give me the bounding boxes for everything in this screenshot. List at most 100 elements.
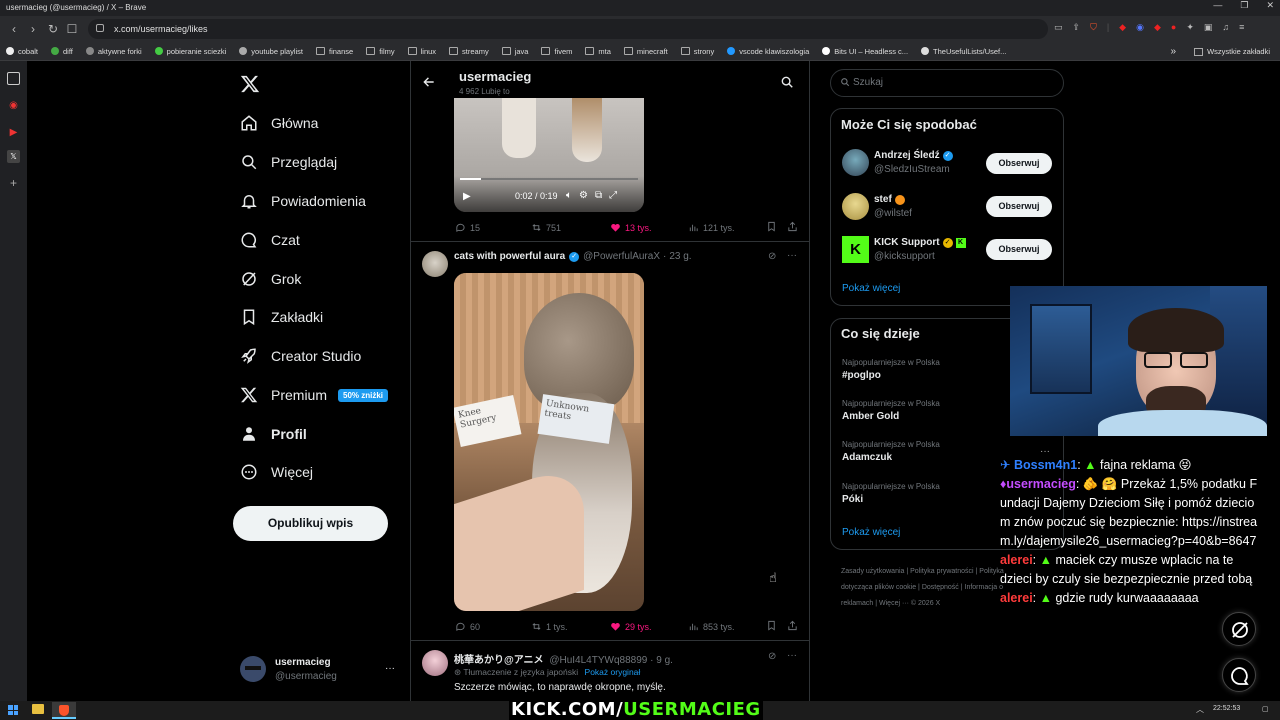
bookmark-icon[interactable] [766,620,777,631]
settings-icon[interactable]: ⚙︎ [579,190,588,201]
media-icon[interactable]: ♫ [1222,22,1229,33]
extension-icon-1[interactable]: ◆ [1119,22,1126,33]
bookmark-item[interactable]: youtube playlist [239,47,303,56]
close-window-icon[interactable]: ✕ [1266,0,1274,11]
account-avatar[interactable] [240,656,266,682]
bookmark-folder[interactable]: linux [407,47,436,56]
bookmark-folder[interactable]: fivem [541,47,572,56]
all-bookmarks[interactable]: Wszystkie zakładki [1207,47,1270,56]
like-button[interactable]: 13 tys. [610,222,652,233]
trend-item[interactable]: Najpopularniejsze w Polska #poglpo [842,358,940,381]
like-button[interactable]: 29 tys. [610,621,652,632]
nav-chat[interactable]: Czat [240,228,300,252]
bookmark-page-icon[interactable]: ☐ [64,21,80,37]
messages-fab[interactable] [1222,658,1256,692]
views-button[interactable]: 853 tys. [688,621,735,632]
bookmark-item[interactable]: pobieranie sciezki [154,47,226,56]
pip-icon[interactable]: ⧉ [595,190,602,201]
grok-analyze-icon[interactable]: ⊘ [768,651,776,662]
share-icon[interactable]: ⇪ [1073,22,1081,33]
bookmark-folder[interactable]: filmy [366,47,395,56]
play-icon[interactable]: ▶ [463,191,471,202]
sidebar-app-icon-1[interactable]: ◉ [7,99,20,112]
author-avatar[interactable] [422,251,448,277]
nav-home[interactable]: Główna [240,111,318,135]
site-info-icon[interactable] [96,24,104,32]
extension-icon-4[interactable]: ● [1171,22,1176,33]
follow-button[interactable]: Obserwuj [986,196,1052,217]
search-icon[interactable] [780,75,794,89]
bookmark-item[interactable]: diff [51,47,73,56]
post-video[interactable]: ▶ 0:02 / 0:19 🔈︎ ⚙︎ ⧉ ⤢ [454,98,644,212]
grok-analyze-icon[interactable]: ⊘ [768,251,776,262]
back-icon[interactable]: ‹ [6,21,22,37]
bookmark-icon[interactable] [766,221,777,232]
suggestion-name[interactable]: Andrzej Śledź ✓ [874,150,953,161]
nav-explore[interactable]: Przeglądaj [240,150,337,174]
post-time[interactable]: 23 g. [669,251,691,262]
show-original-link[interactable]: Pokaż oryginał [585,667,641,677]
user-avatar[interactable] [842,149,869,176]
show-more-link[interactable]: Pokaż więcej [842,283,900,294]
bookmark-folder[interactable]: finanse [316,47,353,56]
suggestion-name[interactable]: stef [874,194,905,205]
nav-more[interactable]: Więcej [240,460,313,484]
restore-icon[interactable]: ❐ [1240,0,1248,11]
user-avatar[interactable] [842,193,869,220]
wallet-icon[interactable]: ▣ [1204,22,1213,33]
post-time[interactable]: 9 g. [656,655,673,666]
repost-button[interactable]: 751 [531,222,561,233]
bookmark-item[interactable]: Bits UI – Headless c... [822,47,908,56]
nav-profile[interactable]: Profil [240,422,307,446]
screen-icon[interactable]: ▭ [1054,22,1063,33]
more-options-icon[interactable]: ··· [787,250,797,261]
trend-item[interactable]: Najpopularniejsze w Polska Póki [842,482,940,505]
reload-icon[interactable]: ↻ [45,21,61,37]
account-name[interactable]: usermacieg [275,657,331,668]
author-avatar[interactable] [422,650,448,676]
author-name[interactable]: cats with powerful aura [454,251,565,262]
publish-post-button[interactable]: Opublikuj wpis [233,506,388,541]
author-handle[interactable]: @HuI4L4TYWq88899 [549,655,647,666]
brave-shield-icon[interactable]: ⛉ [1090,22,1097,33]
back-arrow-icon[interactable] [422,75,436,89]
volume-icon[interactable]: 🔈︎ [566,190,572,201]
reply-button[interactable]: 15 [455,222,480,233]
menu-icon[interactable]: ≡ [1239,22,1244,33]
tray-chevron-icon[interactable]: ︿ [1196,704,1204,715]
more-options-icon[interactable]: ··· [787,650,797,661]
brave-taskbar-icon[interactable] [52,702,76,719]
kick-logo-icon[interactable]: K [842,236,869,263]
search-input[interactable]: Szukaj [830,69,1064,97]
bookmark-item[interactable]: vscode klawiszologia [727,47,809,56]
views-button[interactable]: 121 tys. [688,222,735,233]
author-name[interactable]: 桃華あかり@アニメ [454,655,544,666]
repost-button[interactable]: 1 tys. [531,621,568,632]
bookmark-folder[interactable]: streamy [449,47,489,56]
share-icon[interactable] [787,620,798,631]
notification-icon[interactable]: ▢ [1262,705,1269,713]
reply-button[interactable]: 60 [455,621,480,632]
author-handle[interactable]: @PowerfulAuraX [583,251,660,262]
nav-notifications[interactable]: Powiadomienia [240,189,366,213]
follow-button[interactable]: Obserwuj [986,153,1052,174]
bookmark-folder[interactable]: mta [585,47,611,56]
extension-icon-3[interactable]: ◆ [1154,22,1161,33]
nav-creator-studio[interactable]: Creator Studio [240,344,361,368]
address-bar[interactable]: x.com/usermacieg/likes [88,19,1048,39]
bookmark-item[interactable]: cobalt [6,47,38,56]
fullscreen-icon[interactable]: ⤢ [609,190,617,201]
bookmarks-overflow-icon[interactable]: » [1171,46,1177,57]
grok-fab[interactable] [1222,612,1256,646]
account-menu-icon[interactable]: ··· [385,663,395,674]
x-logo-icon[interactable] [240,74,260,94]
trend-item[interactable]: Najpopularniejsze w Polska Adamczuk [842,440,940,463]
add-panel-icon[interactable]: + [7,177,20,190]
extension-icon-2[interactable]: ◉ [1136,22,1144,33]
suggestion-name[interactable]: KICK Support ✓ K [874,237,966,248]
forward-icon[interactable]: › [25,21,41,37]
post-video[interactable]: Knee Surgery Unknown treats [454,273,644,611]
nav-grok[interactable]: Grok [240,267,301,291]
bookmark-folder[interactable]: minecraft [623,47,668,56]
file-explorer-icon[interactable] [32,704,44,714]
